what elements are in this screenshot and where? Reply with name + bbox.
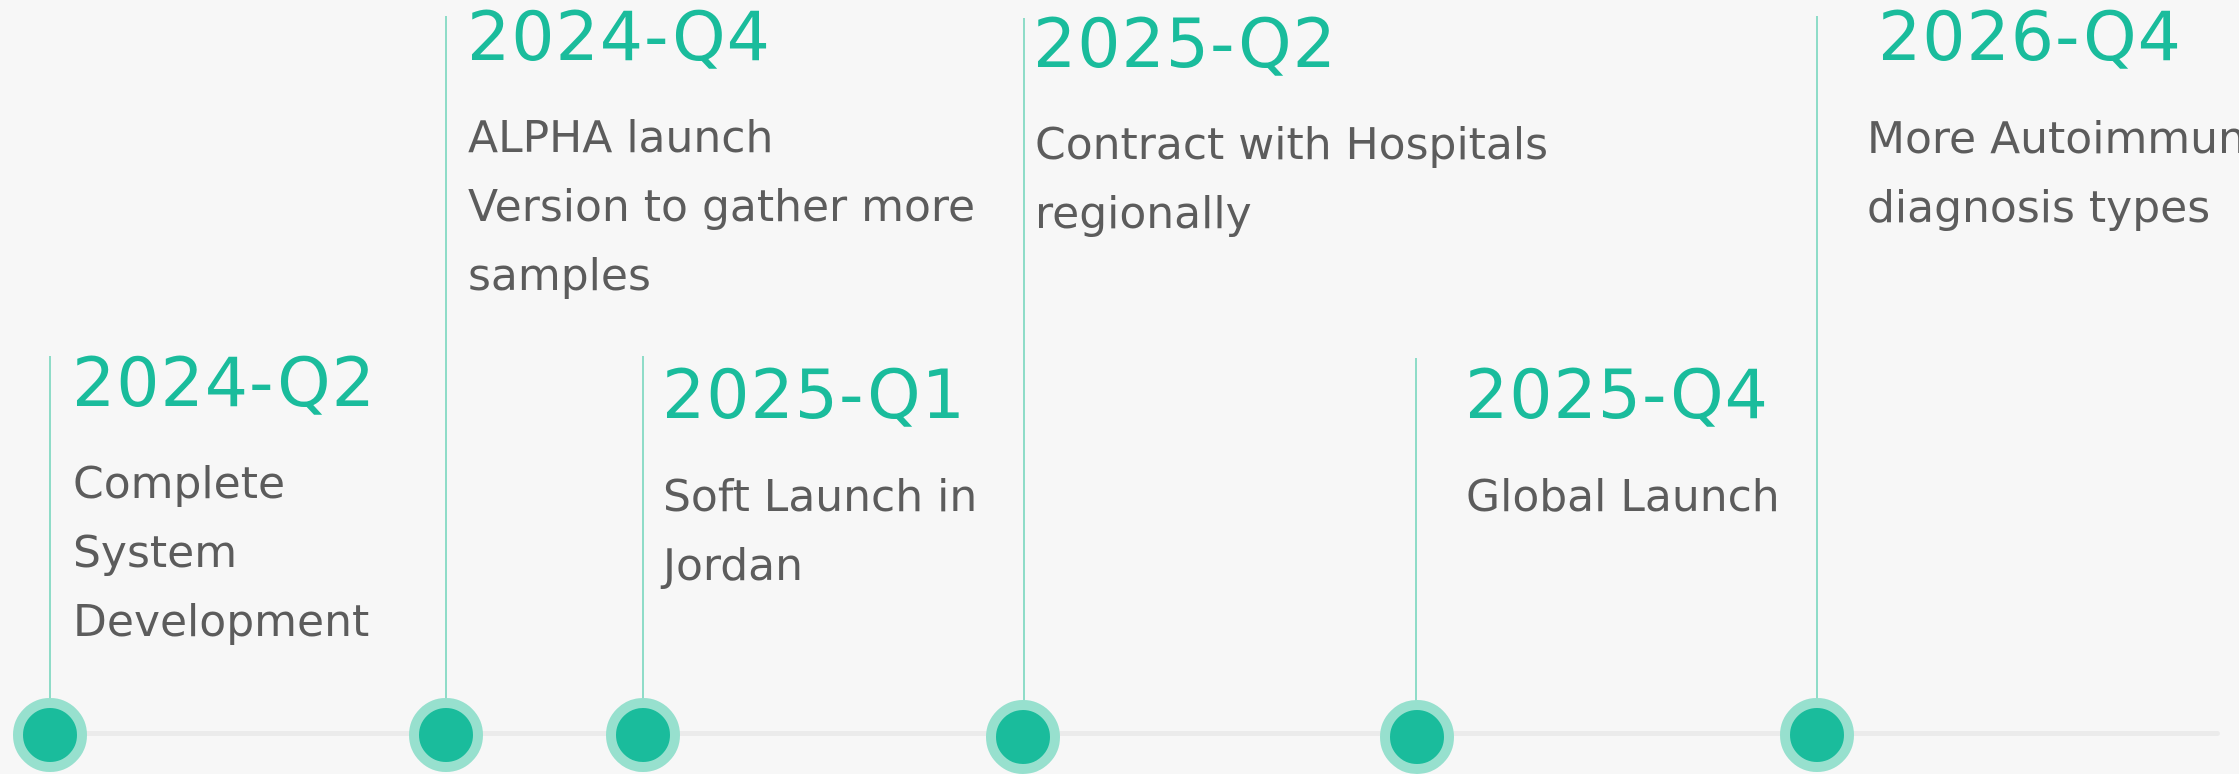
milestone-date-2024-q4: 2024-Q4 [467,0,771,77]
milestone-desc-line: Complete System [73,458,286,578]
milestone-dot-2024-q2 [13,698,87,772]
milestone-desc-line: ALPHA launch [468,112,774,163]
milestone-desc-line: Contract with Hospitals [1035,119,1549,170]
milestone-dot-2024-q4 [409,698,483,772]
milestone-dot-2025-q2 [986,700,1060,774]
milestone-stem-2024-q2 [49,356,51,706]
milestone-desc-line: diagnosis types [1867,182,2211,233]
milestone-desc-2024-q4: ALPHA launch Version to gather more samp… [468,103,988,310]
milestone-date-2025-q2: 2025-Q2 [1033,5,1337,84]
milestone-stem-2024-q4 [445,16,447,706]
milestone-desc-line: Version to gather more [468,181,976,232]
timeline-axis [50,731,2220,736]
milestone-desc-line: Development [73,596,370,647]
milestone-desc-2025-q4: Global Launch [1466,462,1826,531]
milestone-stem-2025-q2 [1023,18,1025,708]
milestone-dot-2026-q4 [1780,698,1854,772]
milestone-desc-2026-q4: More Autoimmune diagnosis types [1867,104,2239,242]
milestone-desc-line: Soft Launch in [663,471,978,522]
milestone-desc-line: Global Launch [1466,471,1780,522]
milestone-stem-2026-q4 [1816,16,1818,706]
milestone-desc-line: Jordan [663,540,803,591]
milestone-desc-2025-q1: Soft Launch in Jordan [663,462,983,600]
milestone-date-2025-q1: 2025-Q1 [662,356,966,435]
milestone-desc-line: samples [468,250,651,301]
milestone-date-2024-q2: 2024-Q2 [72,344,376,423]
milestone-desc-line: regionally [1035,188,1252,239]
milestone-stem-2025-q1 [642,356,644,706]
milestone-dot-2025-q1 [606,698,680,772]
milestone-desc-2024-q2: Complete System Development [73,449,453,656]
milestone-date-2026-q4: 2026-Q4 [1878,0,2182,77]
milestone-desc-line: More Autoimmune [1867,113,2239,164]
milestone-desc-2025-q2: Contract with Hospitals regionally [1035,110,1595,248]
milestone-dot-2025-q4 [1380,700,1454,774]
milestone-stem-2025-q4 [1415,358,1417,708]
milestone-date-2025-q4: 2025-Q4 [1465,356,1769,435]
